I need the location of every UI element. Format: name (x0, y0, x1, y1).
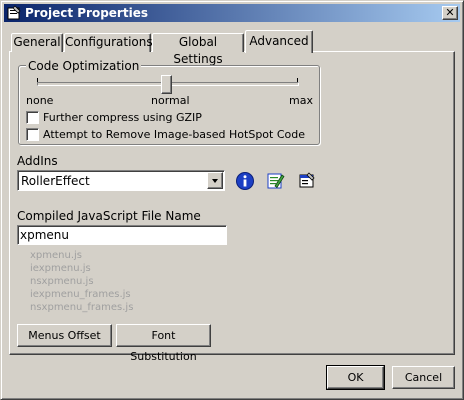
generated-file-iexpmenu: iexpmenu.js (30, 263, 91, 274)
addin-properties-icon[interactable] (297, 171, 317, 191)
slider-tick-none (37, 78, 38, 82)
tab-global-settings-label: Global Settings (173, 35, 223, 66)
tab-advanced[interactable]: Advanced (245, 30, 313, 53)
font-substitution-button[interactable]: Font Substitution (116, 324, 211, 363)
optimization-slider-thumb[interactable] (161, 75, 172, 94)
cancel-button-label: Cancel (404, 371, 443, 384)
compiled-js-label: Compiled JavaScript File Name (17, 209, 201, 223)
generated-file-nsxpmenu-frames: nsxpmenu_frames.js (30, 302, 134, 313)
generated-file-nsxpmenu: nsxpmenu.js (30, 276, 94, 287)
addins-selected-value: RollerEffect (21, 174, 90, 188)
ok-button[interactable]: OK (326, 365, 385, 390)
compiled-js-input[interactable] (20, 228, 220, 242)
title-bar[interactable]: Project Properties ✕ (4, 4, 460, 22)
slider-mid-label: normal (151, 94, 190, 107)
addins-select[interactable]: RollerEffect (17, 170, 225, 191)
ok-button-label: OK (347, 371, 364, 384)
close-button[interactable]: ✕ (442, 6, 458, 20)
tab-advanced-label: Advanced (249, 34, 309, 48)
addins-label: AddIns (17, 154, 58, 168)
info-icon[interactable] (235, 171, 255, 191)
compiled-js-field-frame (17, 225, 227, 245)
window-title: Project Properties (25, 6, 148, 20)
tab-configurations-label: Configurations (65, 35, 153, 49)
close-icon: ✕ (445, 6, 455, 19)
code-optimization-label: Code Optimization (26, 59, 142, 73)
gzip-checkbox-label[interactable]: Further compress using GZIP (43, 111, 202, 124)
chevron-down-icon[interactable] (207, 172, 223, 189)
tab-global-settings[interactable]: Global Settings (152, 33, 244, 66)
cancel-button[interactable]: Cancel (392, 366, 455, 389)
tab-configurations[interactable]: Configurations (64, 33, 153, 52)
tab-general[interactable]: General (11, 33, 63, 52)
properties-icon (7, 5, 21, 20)
menus-offset-button-label: Menus Offset (28, 329, 101, 342)
font-substitution-button-label: Font Substitution (130, 329, 197, 363)
tab-general-label: General (13, 35, 61, 49)
remove-hotspot-checkbox[interactable] (26, 128, 39, 141)
generated-file-iexpmenu-frames: iexpmenu_frames.js (30, 289, 131, 300)
project-properties-dialog: Project Properties ✕ General Configurati… (0, 0, 464, 400)
menus-offset-button[interactable]: Menus Offset (17, 324, 112, 347)
slider-min-label: none (26, 94, 54, 107)
generated-file-xpmenu: xpmenu.js (30, 250, 83, 261)
slider-tick-max (297, 78, 298, 82)
edit-addin-icon[interactable] (266, 171, 286, 191)
remove-hotspot-checkbox-label[interactable]: Attempt to Remove Image-based HotSpot Co… (43, 128, 305, 141)
gzip-checkbox[interactable] (26, 111, 39, 124)
slider-max-label: max (289, 94, 313, 107)
